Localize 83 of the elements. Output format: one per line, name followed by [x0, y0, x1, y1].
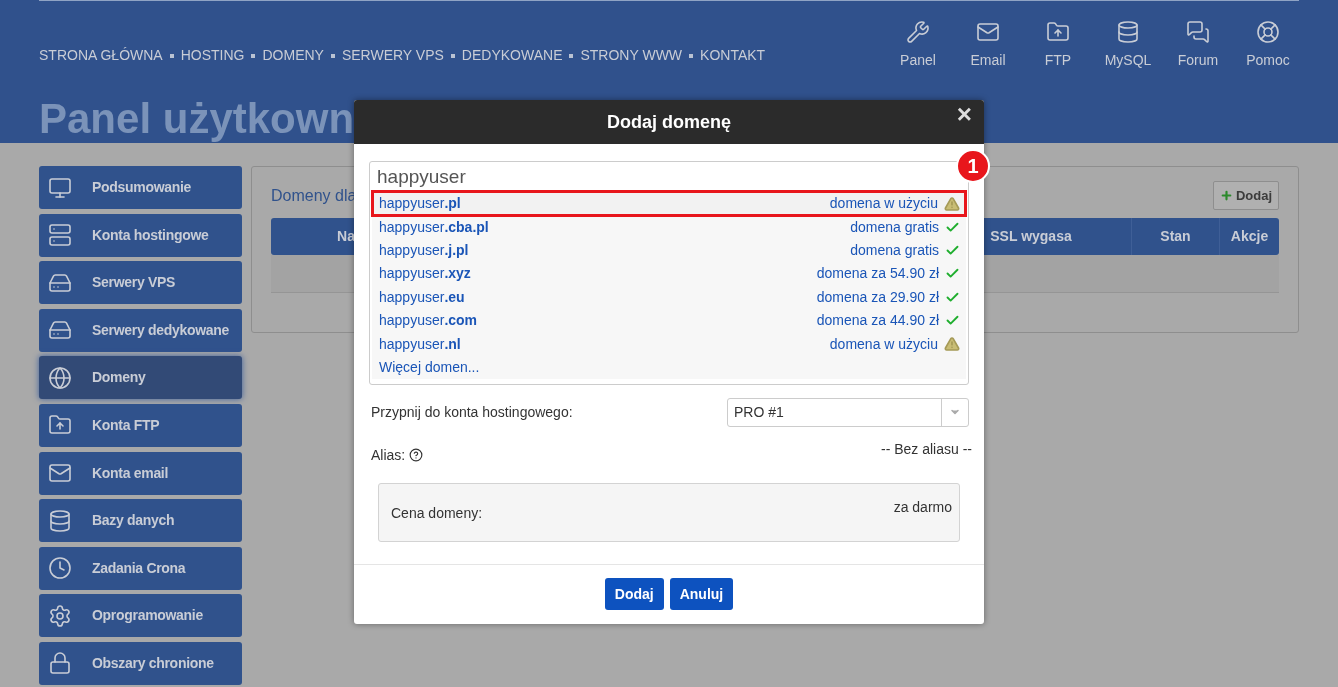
- dialog-button[interactable]: Anuluj: [669, 578, 734, 611]
- bullet-icon: [251, 53, 256, 58]
- bullet-icon: [330, 53, 335, 58]
- domain-name: happyuser.xyz: [379, 264, 471, 284]
- add-button[interactable]: Dodaj: [1212, 181, 1279, 210]
- callout-badge: 1: [956, 149, 990, 183]
- suggestion-item[interactable]: happyuser.pl domena w użyciu: [373, 192, 965, 216]
- domain-status: domena za 44.90 zł: [816, 311, 939, 331]
- price-label: Cena domeny:: [391, 503, 483, 523]
- lock-icon: [48, 651, 72, 676]
- column-header: Stan: [1160, 227, 1191, 246]
- shortcut-link[interactable]: MySQL: [1093, 20, 1163, 71]
- nav-link[interactable]: SERWERY VPS: [341, 45, 444, 66]
- sidebar-item[interactable]: Konta email: [39, 451, 242, 495]
- alias-label: Alias:: [371, 445, 406, 465]
- bullet-icon: [169, 53, 174, 58]
- bullet-icon: [689, 53, 694, 58]
- nav-link[interactable]: STRONY WWW: [580, 45, 683, 66]
- domain-status: domena w użyciu: [829, 334, 938, 354]
- nav-link[interactable]: HOSTING: [180, 45, 245, 66]
- shortcut-link[interactable]: FTP: [1023, 20, 1093, 71]
- more-domains-link[interactable]: Więcej domen...: [373, 355, 965, 379]
- plus-icon: [1219, 189, 1233, 202]
- close-button[interactable]: ×: [956, 101, 972, 127]
- hosting-label: Przypnij do konta hostingowego:: [371, 402, 573, 422]
- folder-icon: [1046, 20, 1070, 44]
- domain-name: happyuser.eu: [379, 287, 465, 307]
- column-header: Na: [337, 227, 355, 246]
- sidebar-item[interactable]: Serwery dedykowane: [39, 308, 242, 352]
- sidebar-item[interactable]: Obszary chronione: [39, 641, 242, 685]
- bullet-icon: [450, 53, 455, 58]
- domain-name: happyuser.j.pl: [379, 240, 469, 260]
- shortcut-link[interactable]: Panel: [883, 20, 953, 71]
- nav-link[interactable]: DOMENY: [262, 45, 324, 66]
- settings-icon: [48, 603, 72, 628]
- dialog-button[interactable]: Dodaj: [604, 578, 664, 611]
- server-icon: [48, 223, 72, 248]
- domain-name: happyuser.nl: [379, 334, 461, 354]
- globe-icon: [48, 365, 72, 390]
- database-icon: [1116, 20, 1140, 44]
- bullet-icon: [569, 53, 574, 58]
- shortcut-link[interactable]: Email: [953, 20, 1023, 71]
- alias-value: -- Bez aliasu --: [880, 439, 972, 459]
- nav-link[interactable]: DEDYKOWANE: [461, 45, 563, 66]
- suggestion-item[interactable]: happyuser.j.pl domena gratis: [373, 238, 965, 263]
- hosting-select[interactable]: PRO #1: [727, 397, 969, 427]
- nav-link[interactable]: STRONA GŁÓWNA: [39, 45, 163, 66]
- lifebuoy-icon: [1256, 20, 1280, 44]
- sidebar-item[interactable]: Konta hostingowe: [39, 213, 242, 257]
- domain-status: domena gratis: [850, 217, 939, 237]
- shortcut-link[interactable]: Pomoc: [1233, 20, 1303, 71]
- column-header: Akcje: [1230, 227, 1269, 246]
- domain-name: happyuser.pl: [379, 194, 461, 214]
- shortcut-link[interactable]: Forum: [1163, 20, 1233, 71]
- clock-icon: [48, 556, 72, 581]
- chat-icon: [1186, 20, 1210, 44]
- domain-name: happyuser.com: [379, 311, 478, 331]
- nav-link[interactable]: KONTAKT: [700, 45, 766, 66]
- help-icon[interactable]: [409, 448, 424, 463]
- domain-status: domena w użyciu: [829, 194, 938, 214]
- page-title: Panel użytkown: [39, 95, 355, 143]
- suggestion-item[interactable]: happyuser.nl domena w użyciu: [373, 332, 965, 356]
- dialog-title: Dodaj domenę: [607, 110, 731, 134]
- suggestion-item[interactable]: happyuser.eu domena za 29.90 zł: [373, 285, 965, 309]
- domain-status: domena gratis: [850, 240, 939, 260]
- sidebar-item[interactable]: Domeny: [39, 356, 242, 400]
- sidebar-item[interactable]: Bazy danych: [39, 499, 242, 543]
- domain-name: happyuser.cba.pl: [379, 217, 489, 237]
- domain-status: domena za 29.90 zł: [816, 287, 939, 307]
- sidebar-item[interactable]: Konta FTP: [39, 403, 242, 447]
- suggestion-item[interactable]: happyuser.xyz domena za 54.90 zł: [373, 262, 965, 286]
- database-icon: [48, 508, 72, 533]
- monitor-icon: [48, 175, 72, 200]
- suggestion-item[interactable]: happyuser.com domena za 44.90 zł: [373, 308, 965, 333]
- mail-icon: [976, 20, 1000, 44]
- sidebar-item[interactable]: Serwery VPS: [39, 261, 242, 305]
- suggestion-item[interactable]: happyuser.cba.pl domena gratis: [373, 215, 965, 239]
- sidebar-item[interactable]: Zadania Crona: [39, 546, 242, 590]
- sidebar-item[interactable]: Podsumowanie: [39, 166, 242, 209]
- column-header: SSL wygasa: [990, 227, 1072, 246]
- price-value: za darmo: [893, 497, 952, 517]
- sidebar-item[interactable]: Oprogramowanie: [39, 594, 242, 638]
- domain-status: domena za 54.90 zł: [816, 264, 939, 284]
